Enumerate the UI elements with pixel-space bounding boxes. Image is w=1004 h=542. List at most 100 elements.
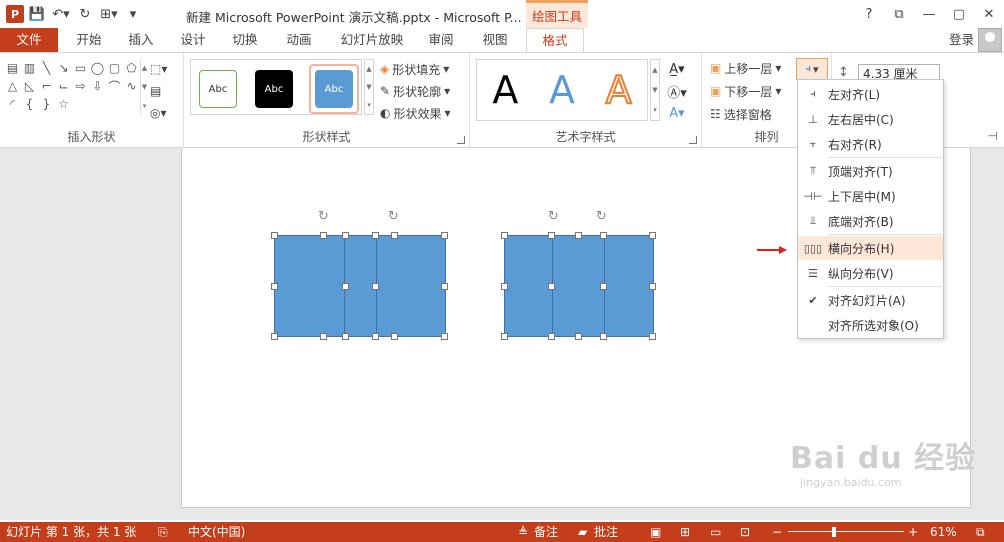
resize-handle[interactable]	[320, 232, 327, 239]
rectangle-icon[interactable]: ▭	[72, 59, 89, 77]
shape-outline-button[interactable]: ✎ 形状轮廓 ▾	[380, 81, 450, 101]
text-fill-icon[interactable]: A̲▾	[666, 59, 688, 79]
textbox-icon[interactable]: ▤	[4, 59, 21, 77]
rotate-handle-icon[interactable]: ↻	[318, 209, 329, 224]
resize-handle[interactable]	[575, 232, 582, 239]
tab-slideshow[interactable]: 幻灯片放映	[334, 28, 410, 52]
wordart-launcher-icon[interactable]	[689, 136, 697, 144]
style-swatch-black[interactable]: Abc	[255, 70, 293, 108]
resize-handle[interactable]	[548, 333, 555, 340]
freeform-icon[interactable]: ∿	[123, 77, 140, 95]
menu-item-distribute-horizontally[interactable]: ▯▯▯ 横向分布(H)	[798, 236, 943, 260]
elbow-connector-icon[interactable]: ⌙	[55, 77, 72, 95]
redo-icon[interactable]: ↻	[74, 4, 96, 24]
help-icon[interactable]: ?	[854, 0, 884, 28]
oval-icon[interactable]: ◯	[89, 59, 106, 77]
resize-handle[interactable]	[441, 232, 448, 239]
resize-handle[interactable]	[320, 333, 327, 340]
tab-design[interactable]: 设计	[168, 28, 218, 52]
resize-handle[interactable]	[271, 333, 278, 340]
pin-ribbon-icon[interactable]: ⊣	[988, 129, 998, 143]
text-outline-icon[interactable]: Ⓐ▾	[666, 81, 688, 101]
wordart-black[interactable]: A	[492, 68, 518, 112]
tab-file[interactable]: 文件	[0, 28, 58, 52]
resize-handle[interactable]	[342, 232, 349, 239]
resize-handle[interactable]	[271, 283, 278, 290]
customize-qat-icon[interactable]: ▾	[122, 4, 144, 24]
down-arrow-icon[interactable]: ⇩	[89, 77, 106, 95]
zoom-level[interactable]: 61%	[930, 522, 957, 542]
menu-item-align-top[interactable]: ⫪ 顶端对齐(T)	[798, 159, 943, 183]
shape-rectangle[interactable]	[604, 235, 654, 337]
close-icon[interactable]: ✕	[974, 0, 1004, 28]
resize-handle[interactable]	[391, 232, 398, 239]
style-swatch-blue-selected[interactable]: Abc	[309, 64, 359, 114]
shapes-gallery[interactable]: ▤ ▥ ╲ ↘ ▭ ◯ ▢ ⬠ △ ◺ ⌐ ⌙ ⇨ ⇩ ⌒ ∿ ◜ { } ☆	[4, 59, 140, 115]
zoom-slider-track[interactable]	[788, 531, 904, 532]
menu-item-align-middle[interactable]: ⊣⊢ 上下居中(M)	[798, 184, 943, 208]
menu-item-align-left[interactable]: ⫞ 左对齐(L)	[798, 82, 943, 106]
zoom-slider-thumb[interactable]	[832, 527, 836, 537]
tab-format[interactable]: 格式	[526, 28, 584, 53]
undo-icon[interactable]: ↶▾	[50, 4, 72, 24]
menu-item-distribute-vertically[interactable]: ☰ 纵向分布(V)	[798, 261, 943, 285]
save-icon[interactable]: 💾	[26, 4, 48, 24]
resize-handle[interactable]	[391, 333, 398, 340]
resize-handle[interactable]	[342, 333, 349, 340]
style-swatch-white[interactable]: Abc	[199, 70, 237, 108]
ribbon-display-options-icon[interactable]: ⧉	[884, 0, 914, 28]
right-triangle-icon[interactable]: ◺	[21, 77, 38, 95]
rotate-handle-icon[interactable]: ↻	[596, 209, 607, 224]
resize-handle[interactable]	[649, 283, 656, 290]
resize-handle[interactable]	[372, 333, 379, 340]
bring-forward-button[interactable]: ▣ 上移一层 ▾	[710, 58, 781, 78]
send-backward-button[interactable]: ▣ 下移一层 ▾	[710, 81, 781, 101]
vertical-textbox-icon[interactable]: ▥	[21, 59, 38, 77]
zoom-in-button[interactable]: +	[908, 522, 918, 542]
shape-fill-button[interactable]: ◈ 形状填充 ▾	[380, 59, 449, 79]
resize-handle[interactable]	[501, 333, 508, 340]
resize-handle[interactable]	[441, 333, 448, 340]
shape-rectangle[interactable]	[376, 235, 446, 337]
wordart-blue[interactable]: A	[549, 68, 575, 112]
shape-style-scroll[interactable]: ▲ ▼ ▾	[364, 59, 374, 115]
triangle-icon[interactable]: △	[4, 77, 21, 95]
rotate-handle-icon[interactable]: ↻	[548, 209, 559, 224]
shapes-gallery-scroll[interactable]: ▲ ▼ ▾	[140, 59, 148, 115]
selection-pane-button[interactable]: ☷ 选择窗格	[710, 104, 772, 124]
zoom-out-button[interactable]: −	[772, 522, 782, 542]
resize-handle[interactable]	[548, 232, 555, 239]
arc-icon[interactable]: ◜	[4, 95, 21, 113]
slide-sorter-icon[interactable]: ⊞	[680, 522, 690, 542]
resize-handle[interactable]	[501, 283, 508, 290]
reading-view-icon[interactable]: ▭	[710, 522, 721, 542]
comments-icon[interactable]: ▰	[578, 522, 587, 542]
resize-handle[interactable]	[342, 283, 349, 290]
menu-item-align-center[interactable]: ⊥ 左右居中(C)	[798, 107, 943, 131]
arrow-line-icon[interactable]: ↘	[55, 59, 72, 77]
notes-button[interactable]: 备注	[534, 522, 558, 542]
shape-rectangle[interactable]	[504, 235, 554, 337]
shape-styles-launcher-icon[interactable]	[457, 136, 465, 144]
line-icon[interactable]: ╲	[38, 59, 55, 77]
connector-icon[interactable]: ⌐	[38, 77, 55, 95]
tab-view[interactable]: 视图	[470, 28, 520, 52]
shape-effects-button[interactable]: ◐ 形状效果 ▾	[380, 103, 451, 123]
snip-rect-icon[interactable]: ⬠	[123, 59, 140, 77]
curve-icon[interactable]: ⌒	[106, 77, 123, 95]
resize-handle[interactable]	[575, 333, 582, 340]
resize-handle[interactable]	[372, 232, 379, 239]
resize-handle[interactable]	[649, 333, 656, 340]
notes-icon[interactable]: ≜	[518, 522, 528, 542]
resize-handle[interactable]	[441, 283, 448, 290]
brace-right-icon[interactable]: }	[38, 95, 55, 113]
tab-home[interactable]: 开始	[64, 28, 114, 52]
resize-handle[interactable]	[600, 283, 607, 290]
shape-style-gallery[interactable]: Abc Abc Abc	[190, 59, 362, 115]
fit-to-window-icon[interactable]: ⧉	[976, 522, 985, 542]
shape-rectangle[interactable]	[274, 235, 346, 337]
slideshow-icon[interactable]: ⊡	[740, 522, 750, 542]
minimize-icon[interactable]: —	[914, 0, 944, 28]
avatar[interactable]	[978, 28, 1002, 52]
align-button[interactable]: ⫞ ▾	[796, 58, 828, 80]
